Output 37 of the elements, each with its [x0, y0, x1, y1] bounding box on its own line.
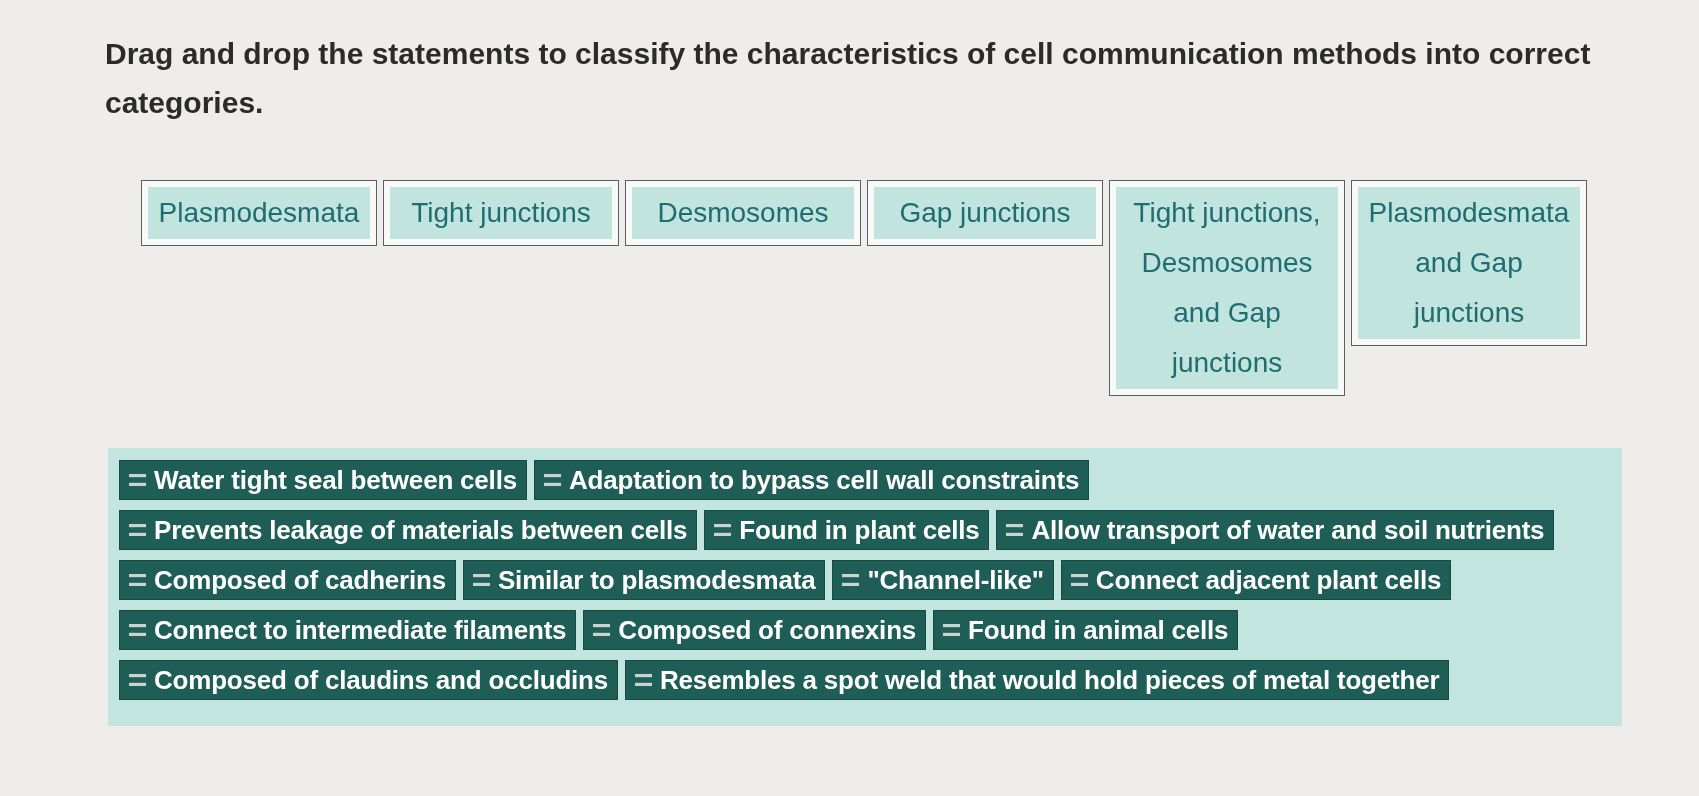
statement-tile[interactable]: Similar to plasmodesmata	[462, 560, 826, 600]
statement-tile[interactable]: Found in plant cells	[704, 510, 990, 550]
drag-handle-icon	[129, 574, 146, 586]
statement-tile[interactable]: Allow transport of water and soil nutrients	[996, 510, 1555, 550]
statement-tile[interactable]: Found in animal cells	[933, 610, 1239, 650]
category-label: Gap junctions	[874, 187, 1096, 239]
drop-zone[interactable]: Desmosomes	[625, 180, 861, 246]
drop-zone[interactable]: Gap junctions	[867, 180, 1103, 246]
statement-tile[interactable]: "Channel-like"	[832, 560, 1054, 600]
drag-handle-icon	[129, 674, 146, 686]
drag-handle-icon	[635, 674, 653, 686]
drag-handle-icon	[1070, 574, 1088, 586]
statement-tile[interactable]: Prevents leakage of materials between cells	[119, 510, 698, 550]
question-prompt: Drag and drop the statements to classify the characteristics of cell communication methods into correct categories.	[105, 36, 1592, 121]
statement-tile[interactable]: Resembles a spot weld that would hold pieces of metal together	[625, 660, 1450, 700]
drag-handle-icon	[593, 624, 611, 636]
statement-tile[interactable]: Composed of claudins and occludins	[119, 660, 619, 700]
drop-zone[interactable]: Plasmodesmata	[141, 180, 377, 246]
statement-tile[interactable]: Composed of connexins	[583, 610, 927, 650]
statement-tile[interactable]: Composed of cadherins	[119, 560, 456, 600]
category-label: Desmosomes	[632, 187, 854, 239]
category-label: Tight junctions	[390, 187, 612, 239]
drag-handle-icon	[543, 474, 561, 486]
statement-tile[interactable]: Connect adjacent plant cells	[1060, 560, 1452, 600]
drag-handle-icon	[1006, 524, 1024, 536]
drag-handle-icon	[943, 624, 961, 636]
statement-tile[interactable]: Adaptation to bypass cell wall constraints	[533, 460, 1090, 500]
drag-handle-icon	[129, 624, 146, 636]
drag-handle-icon	[472, 574, 490, 586]
statement-tile[interactable]: Water tight seal between cells	[119, 460, 527, 500]
category-label: Plasmodesmata	[148, 187, 370, 239]
drop-zone[interactable]: Tight junctions	[383, 180, 619, 246]
drag-handle-icon	[129, 524, 146, 536]
drag-handle-icon	[714, 524, 732, 536]
drag-handle-icon	[129, 474, 146, 486]
statement-tile[interactable]: Connect to intermediate filaments	[119, 610, 577, 650]
drag-handle-icon	[842, 574, 860, 586]
